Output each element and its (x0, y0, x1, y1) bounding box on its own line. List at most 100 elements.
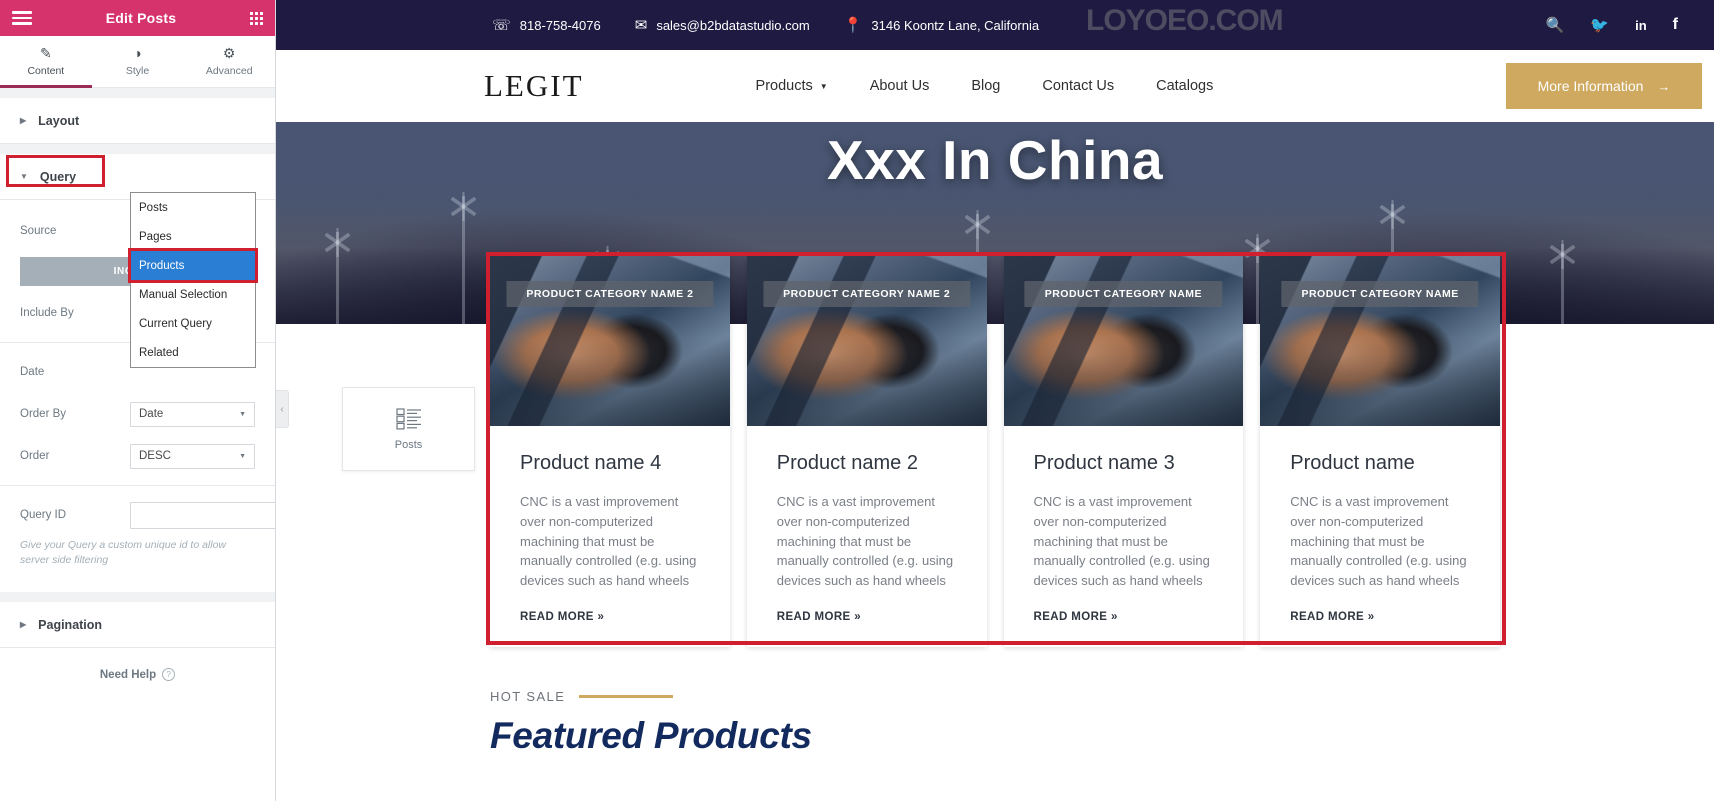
panel-header: Edit Posts (0, 0, 275, 36)
product-description: CNC is a vast improvement over non-compu… (776, 494, 954, 588)
elementor-panel: Edit Posts ✎ Content ◑ Style ⚙ Advanced … (0, 0, 276, 801)
product-category-badge: PRODUCT CATEGORY NAME (1024, 281, 1223, 307)
product-image: PRODUCT CATEGORY NAME (1260, 256, 1500, 426)
product-card[interactable]: PRODUCT CATEGORY NAME Product name 3 CNC… (1003, 256, 1244, 647)
product-card-body: Product name 4 CNC is a vast improvement… (490, 426, 730, 647)
product-image: PRODUCT CATEGORY NAME (1003, 256, 1244, 426)
need-help[interactable]: Need Help ? (0, 668, 275, 681)
panel-spacer-bottom (0, 592, 275, 603)
divider-2 (0, 485, 275, 486)
topbar-socials: 🔍 🐦 in f (1546, 17, 1678, 33)
query-id-input[interactable] (130, 501, 275, 529)
dropdown-option-related[interactable]: Related (131, 338, 255, 367)
date-label: Date (20, 366, 45, 378)
product-card-body: Product name CNC is a vast improvement o… (1260, 426, 1500, 647)
product-title: Product name 4 (520, 452, 662, 474)
query-id-helper: Give your Query a custom unique id to al… (20, 539, 227, 567)
primary-nav: Products ▼ About Us Blog Contact Us Cata… (756, 78, 1214, 94)
featured-title: Featured Products (490, 714, 812, 756)
product-card-body: Product name 2 CNC is a vast improvement… (747, 426, 987, 647)
arrow-right-icon: → (1657, 78, 1671, 94)
facebook-icon[interactable]: f (1673, 17, 1678, 33)
dropdown-option-current-query[interactable]: Current Query (131, 309, 255, 338)
read-more-link[interactable]: READ MORE » (1034, 611, 1214, 623)
topbar-phone[interactable]: ☏ 818-758-4076 (492, 18, 601, 33)
hamburger-icon[interactable] (12, 11, 32, 25)
topbar-email-text: sales@b2bdatastudio.com (656, 17, 810, 33)
product-card[interactable]: PRODUCT CATEGORY NAME 2 Product name 2 C… (746, 256, 987, 647)
nav-item-about-us[interactable]: About Us (870, 78, 930, 94)
panel-collapse-handle[interactable]: ‹ (276, 390, 289, 428)
dropdown-option-posts[interactable]: Posts (131, 193, 255, 222)
order-select[interactable]: DESC ▼ (130, 443, 255, 469)
chevron-down-icon: ▼ (819, 81, 828, 91)
product-category-badge: PRODUCT CATEGORY NAME (1281, 281, 1479, 307)
grid-apps-icon[interactable] (250, 11, 263, 25)
topbar-contact-group: ☏ 818-758-4076 ✉ sales@b2bdatastudio.com… (492, 18, 1039, 33)
source-label: Source (20, 225, 57, 237)
tab-content-label: Content (27, 65, 65, 77)
list-widget-icon (395, 407, 421, 429)
order-value: DESC (139, 450, 171, 462)
search-icon[interactable]: 🔍 (1546, 18, 1565, 33)
tab-advanced-label: Advanced (205, 65, 253, 77)
dropdown-option-manual-selection[interactable]: Manual Selection (131, 280, 255, 309)
product-title: Product name 3 (1033, 452, 1175, 474)
tab-style[interactable]: ◑ Style (92, 36, 184, 87)
section-pagination[interactable]: ▶ Pagination (0, 602, 275, 649)
product-description: CNC is a vast improvement over non-compu… (1290, 494, 1467, 588)
nav-item-blog[interactable]: Blog (971, 78, 1000, 94)
topbar-email[interactable]: ✉ sales@b2bdatastudio.com (635, 18, 810, 33)
order-by-value: Date (139, 408, 164, 420)
more-information-button[interactable]: More Information → (1506, 63, 1702, 109)
control-order-by: Order By Date ▼ (0, 393, 275, 435)
topbar-phone-text: 818-758-4076 (519, 17, 601, 33)
twitter-icon[interactable]: 🐦 (1590, 18, 1609, 33)
linkedin-icon[interactable]: in (1635, 19, 1647, 32)
pencil-icon: ✎ (39, 45, 52, 61)
tab-content[interactable]: ✎ Content (0, 36, 92, 88)
contrast-circle-icon: ◑ (133, 45, 142, 61)
read-more-link[interactable]: READ MORE » (777, 611, 957, 623)
query-id-label: Query ID (20, 509, 67, 521)
featured-divider-line (579, 694, 674, 698)
need-help-label: Need Help (99, 668, 157, 681)
product-card[interactable]: PRODUCT CATEGORY NAME 2 Product name 4 C… (490, 256, 730, 647)
gear-icon: ⚙ (222, 45, 236, 61)
nav-item-contact-us[interactable]: Contact Us (1042, 78, 1114, 94)
product-title: Product name (1290, 452, 1415, 474)
phone-icon: ☏ (492, 16, 511, 34)
products-grid-wrap: PRODUCT CATEGORY NAME 2 Product name 4 C… (276, 252, 1714, 647)
site-logo[interactable]: LEGIT (484, 68, 584, 104)
order-by-select[interactable]: Date ▼ (130, 401, 255, 427)
order-by-label: Order By (20, 408, 67, 420)
chevron-right-icon: ▶ (20, 620, 27, 630)
read-more-link[interactable]: READ MORE » (1290, 611, 1470, 623)
featured-products-section: HOT SALE Featured Products (276, 647, 1714, 757)
topbar-address-text: 3146 Koontz Lane, California (871, 17, 1040, 33)
read-more-link[interactable]: READ MORE » (520, 611, 700, 623)
chevron-down-icon: ▼ (20, 172, 28, 181)
dropdown-option-products[interactable]: Products (128, 248, 258, 283)
nav-item-products[interactable]: Products ▼ (756, 78, 828, 94)
product-description: CNC is a vast improvement over non-compu… (1033, 494, 1210, 588)
site-navbar: LEGIT Products ▼ About Us Blog Contact U… (276, 50, 1714, 122)
posts-widget-label: Posts (394, 438, 423, 451)
product-card[interactable]: PRODUCT CATEGORY NAME Product name CNC i… (1260, 256, 1500, 647)
question-mark-icon: ? (162, 668, 176, 681)
posts-widget-placeholder[interactable]: Posts (342, 387, 475, 471)
hero-title: Xxx In China (826, 129, 1164, 191)
tab-advanced[interactable]: ⚙ Advanced (183, 36, 275, 87)
chevron-right-icon: ▶ (20, 116, 27, 125)
section-layout[interactable]: ▶ Layout (0, 98, 275, 144)
nav-item-catalogs[interactable]: Catalogs (1156, 78, 1213, 94)
dropdown-option-pages[interactable]: Pages (131, 222, 255, 251)
product-card-body: Product name 3 CNC is a vast improvement… (1004, 426, 1244, 647)
preview-canvas: ☏ 818-758-4076 ✉ sales@b2bdatastudio.com… (276, 0, 1714, 801)
control-query-id: Query ID (0, 494, 275, 536)
product-image: PRODUCT CATEGORY NAME 2 (490, 256, 730, 426)
topbar-address[interactable]: 📍 3146 Koontz Lane, California (844, 18, 1039, 33)
order-label: Order (20, 450, 50, 462)
tab-style-label: Style (125, 65, 150, 77)
panel-title: Edit Posts (105, 10, 177, 26)
